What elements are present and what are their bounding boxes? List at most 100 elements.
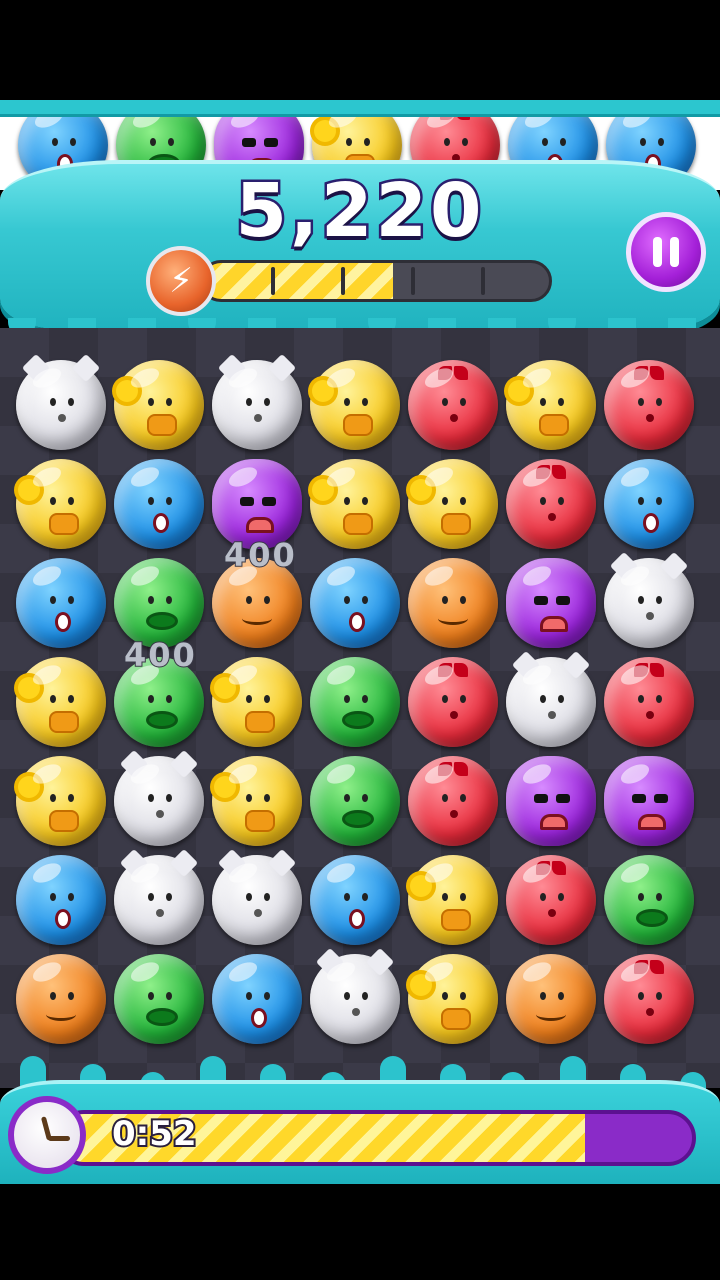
board-cell[interactable]	[600, 752, 698, 850]
yellow-bubble[interactable]	[310, 360, 400, 450]
white-bubble[interactable]	[310, 947, 400, 1044]
blue-bubble[interactable]	[212, 954, 302, 1044]
white-bubble[interactable]	[114, 749, 204, 846]
board-cell[interactable]	[502, 554, 600, 652]
board-cell[interactable]	[306, 752, 404, 850]
power-tick	[341, 267, 345, 295]
yellow-bubble[interactable]	[16, 657, 106, 747]
yellow-bubble[interactable]	[506, 360, 596, 450]
green-bubble[interactable]	[310, 756, 400, 846]
board-cell[interactable]	[600, 356, 698, 454]
clock-icon	[8, 1096, 86, 1174]
board-cell[interactable]	[600, 950, 698, 1048]
board-cell[interactable]	[600, 455, 698, 553]
yellow-bubble[interactable]	[114, 360, 204, 450]
board-cell[interactable]	[404, 851, 502, 949]
board-cell[interactable]	[404, 455, 502, 553]
board-cell[interactable]	[12, 950, 110, 1048]
board-cell[interactable]	[306, 455, 404, 553]
board-cell[interactable]	[12, 353, 110, 454]
purple-bubble[interactable]	[506, 558, 596, 648]
red-bubble[interactable]	[506, 459, 596, 549]
blue-bubble[interactable]	[16, 855, 106, 945]
board-cell[interactable]	[12, 455, 110, 553]
board-cell[interactable]	[502, 455, 600, 553]
board-cell[interactable]	[502, 650, 600, 751]
board-cell[interactable]	[208, 848, 306, 949]
yellow-bubble[interactable]	[408, 954, 498, 1044]
board-cell[interactable]	[306, 947, 404, 1048]
floating-score: 400	[223, 535, 297, 575]
board-cell[interactable]	[502, 752, 600, 850]
green-bubble[interactable]	[604, 855, 694, 945]
board-cell[interactable]	[600, 851, 698, 949]
red-bubble[interactable]	[506, 855, 596, 945]
board-cell[interactable]	[306, 554, 404, 652]
board-cell[interactable]	[600, 653, 698, 751]
blue-bubble[interactable]	[310, 558, 400, 648]
green-bubble[interactable]	[114, 558, 204, 648]
red-bubble[interactable]	[408, 756, 498, 846]
white-bubble[interactable]	[604, 551, 694, 648]
orange-bubble[interactable]	[16, 954, 106, 1044]
board-cell[interactable]	[208, 950, 306, 1048]
yellow-bubble[interactable]	[212, 657, 302, 747]
board-cell[interactable]	[404, 554, 502, 652]
blue-bubble[interactable]	[16, 558, 106, 648]
red-bubble[interactable]	[408, 657, 498, 747]
orange-bubble[interactable]	[506, 954, 596, 1044]
board-cell[interactable]	[404, 950, 502, 1048]
board-cell[interactable]	[110, 848, 208, 949]
power-tick	[411, 267, 415, 295]
red-bubble[interactable]	[604, 657, 694, 747]
blue-bubble[interactable]	[604, 459, 694, 549]
bubble-grid	[12, 353, 712, 1056]
board-cell[interactable]	[502, 851, 600, 949]
yellow-bubble[interactable]	[310, 459, 400, 549]
red-bubble[interactable]	[408, 360, 498, 450]
board-cell[interactable]	[502, 356, 600, 454]
board-cell[interactable]	[306, 653, 404, 751]
yellow-bubble[interactable]	[16, 459, 106, 549]
board-cell[interactable]	[12, 554, 110, 652]
board-cell[interactable]	[110, 749, 208, 850]
blue-bubble[interactable]	[310, 855, 400, 945]
board-cell[interactable]	[404, 653, 502, 751]
board-cell[interactable]	[110, 950, 208, 1048]
white-bubble[interactable]	[16, 353, 106, 450]
green-bubble[interactable]	[310, 657, 400, 747]
green-bubble[interactable]	[114, 954, 204, 1044]
white-bubble[interactable]	[212, 848, 302, 945]
board-cell[interactable]	[208, 353, 306, 454]
yellow-bubble[interactable]	[16, 756, 106, 846]
red-bubble[interactable]	[604, 360, 694, 450]
board-cell[interactable]	[404, 752, 502, 850]
yellow-bubble[interactable]	[408, 459, 498, 549]
orange-bubble[interactable]	[408, 558, 498, 648]
board-cell[interactable]	[306, 851, 404, 949]
red-bubble[interactable]	[604, 954, 694, 1044]
board-cell[interactable]	[12, 851, 110, 949]
purple-bubble[interactable]	[506, 756, 596, 846]
board-cell[interactable]	[12, 653, 110, 751]
lightning-icon[interactable]: ⚡	[146, 246, 216, 316]
white-bubble[interactable]	[506, 650, 596, 747]
board-cell[interactable]	[12, 752, 110, 850]
pause-button[interactable]	[626, 212, 706, 292]
blue-bubble[interactable]	[114, 459, 204, 549]
board-cell[interactable]	[502, 950, 600, 1048]
board-cell[interactable]	[208, 752, 306, 850]
purple-bubble[interactable]	[604, 756, 694, 846]
board-cell[interactable]	[306, 356, 404, 454]
white-bubble[interactable]	[212, 353, 302, 450]
board-cell[interactable]	[600, 551, 698, 652]
power-meter	[200, 260, 552, 302]
board-cell[interactable]	[110, 356, 208, 454]
board-cell[interactable]	[404, 356, 502, 454]
yellow-bubble[interactable]	[212, 756, 302, 846]
board-cell[interactable]	[208, 653, 306, 751]
game-screen: 5,220 ⚡ 400 400 0:52	[0, 0, 720, 1280]
yellow-bubble[interactable]	[408, 855, 498, 945]
board-cell[interactable]	[110, 455, 208, 553]
white-bubble[interactable]	[114, 848, 204, 945]
